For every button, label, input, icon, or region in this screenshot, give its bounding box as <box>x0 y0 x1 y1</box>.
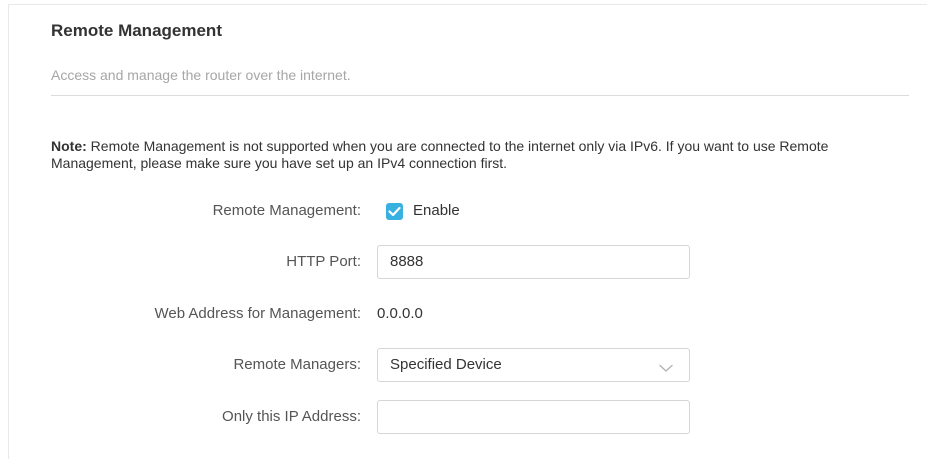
http-port-label: HTTP Port: <box>286 253 361 270</box>
section-subtitle: Access and manage the router over the in… <box>51 67 351 83</box>
web-address-label: Web Address for Management: <box>154 305 362 322</box>
only-ip-row: Only this IP Address: <box>9 400 927 434</box>
remote-managers-select[interactable]: Specified Device <box>377 348 690 382</box>
remote-management-label: Remote Management: <box>212 202 361 219</box>
http-port-row: HTTP Port: 8888 <box>9 245 927 279</box>
note-prefix: Note: <box>51 138 87 154</box>
web-address-value: 0.0.0.0 <box>377 305 423 322</box>
http-port-input[interactable]: 8888 <box>377 245 690 279</box>
only-ip-input[interactable] <box>377 400 690 434</box>
web-address-row: Web Address for Management: 0.0.0.0 <box>9 297 927 331</box>
note-text: Note: Remote Management is not supported… <box>51 138 911 172</box>
remote-managers-selected: Specified Device <box>390 356 502 373</box>
remote-management-row: Remote Management: Enable <box>9 194 927 228</box>
check-icon[interactable] <box>386 203 403 220</box>
remote-management-enable-checkbox[interactable]: Enable <box>377 194 497 228</box>
remote-management-panel: Remote Management Access and manage the … <box>8 4 927 459</box>
remote-managers-label: Remote Managers: <box>233 356 361 373</box>
enable-label[interactable]: Enable <box>413 194 460 228</box>
section-title: Remote Management <box>51 21 222 40</box>
note-body: Remote Management is not supported when … <box>51 138 829 171</box>
remote-managers-row: Remote Managers: Specified Device <box>9 348 927 382</box>
section-divider <box>51 95 909 96</box>
only-ip-label: Only this IP Address: <box>222 408 361 425</box>
chevron-down-icon[interactable] <box>659 360 673 378</box>
http-port-value: 8888 <box>390 253 424 270</box>
